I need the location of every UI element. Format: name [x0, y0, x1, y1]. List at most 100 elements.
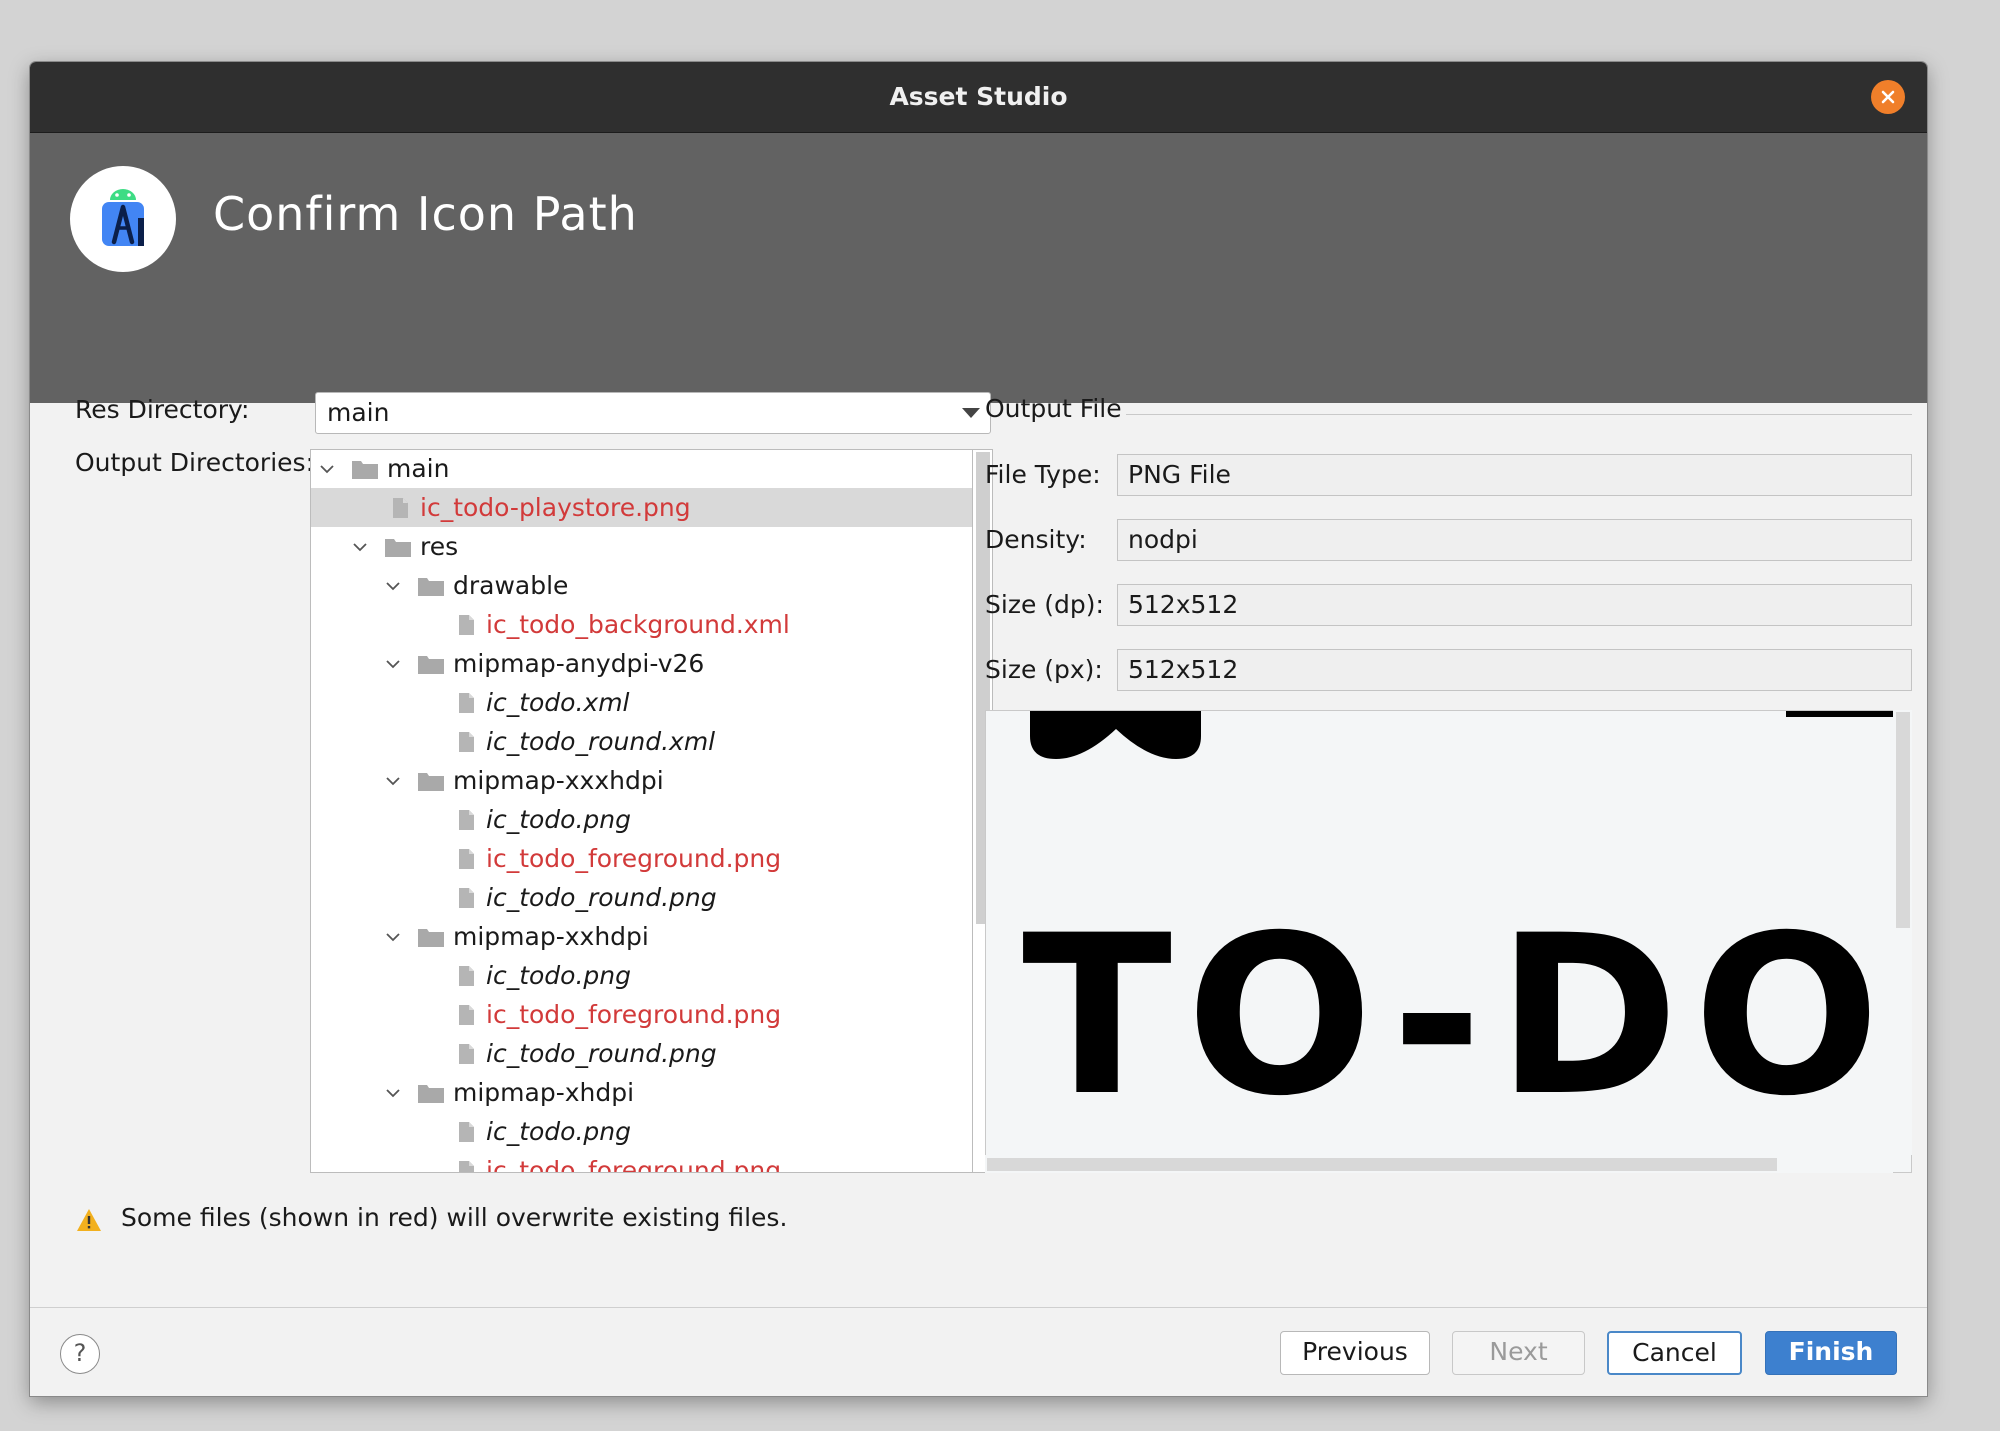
tree-item-label: mipmap-xxhdpi — [453, 922, 649, 951]
tree-item-label: ic_todo_foreground.png — [486, 1000, 782, 1029]
scrollbar-thumb[interactable] — [987, 1158, 1777, 1171]
res-directory-select[interactable]: main — [315, 392, 991, 434]
tree-folder-row[interactable]: mipmap-xxxhdpi — [311, 761, 972, 800]
chevron-down-icon[interactable] — [319, 461, 335, 477]
size-px-label: Size (px): — [985, 655, 1103, 684]
output-directories-label: Output Directories: — [75, 448, 314, 477]
tree-item-label: ic_todo_round.png — [486, 883, 717, 912]
tree-folder-row[interactable]: res — [311, 527, 972, 566]
folder-icon — [418, 578, 444, 596]
page-title: Confirm Icon Path — [213, 187, 638, 241]
chevron-down-icon[interactable] — [352, 539, 368, 555]
tree-file-row[interactable]: ic_todo_background.xml — [311, 605, 972, 644]
file-icon — [459, 615, 474, 635]
chevron-down-icon — [962, 408, 980, 418]
tree-item-label: drawable — [453, 571, 569, 600]
tree-item-label: ic_todo-playstore.png — [420, 493, 691, 522]
warning-text: Some files (shown in red) will overwrite… — [121, 1203, 788, 1232]
header-banner — [30, 133, 1927, 403]
tree-item-label: ic_todo_round.xml — [486, 727, 716, 756]
warning-icon — [77, 1209, 101, 1231]
file-type-label: File Type: — [985, 460, 1101, 489]
preview-text: TO-DO — [1022, 888, 1895, 1144]
preview-vertical-scrollbar[interactable] — [1893, 710, 1912, 1155]
android-studio-icon — [102, 189, 144, 246]
tree-item-label: mipmap-xxxhdpi — [453, 766, 664, 795]
cancel-button[interactable]: Cancel — [1607, 1331, 1742, 1375]
file-icon — [459, 1161, 474, 1172]
tree-item-label: ic_todo_foreground.png — [486, 1156, 782, 1173]
file-icon — [459, 1122, 474, 1142]
file-icon — [459, 849, 474, 869]
chevron-down-icon[interactable] — [385, 656, 401, 672]
tree-item-label: mipmap-xhdpi — [453, 1078, 635, 1107]
folder-icon — [385, 539, 411, 557]
file-icon — [459, 1044, 474, 1064]
android-studio-logo — [70, 166, 176, 272]
folder-icon — [418, 773, 444, 791]
res-directory-label: Res Directory: — [75, 395, 250, 424]
folder-icon — [418, 929, 444, 947]
file-type-field: PNG File — [1117, 454, 1912, 496]
tree-item-label: res — [420, 532, 459, 561]
tree-item-label: ic_todo_background.xml — [486, 610, 790, 639]
tree-file-row[interactable]: ic_todo_foreground.png — [311, 995, 972, 1034]
tree-file-row[interactable]: ic_todo_round.png — [311, 1034, 972, 1073]
density-field: nodpi — [1117, 519, 1912, 561]
title-bar: Asset Studio — [30, 62, 1927, 133]
file-icon — [459, 693, 474, 713]
tree-file-row[interactable]: ic_todo-playstore.png — [311, 488, 972, 527]
chevron-down-icon[interactable] — [385, 578, 401, 594]
tree-item-label: ic_todo.xml — [486, 688, 630, 717]
size-dp-label: Size (dp): — [985, 590, 1104, 619]
tree-file-row[interactable]: ic_todo_foreground.png — [311, 839, 972, 878]
tree-item-label: main — [387, 454, 450, 483]
tree-folder-row[interactable]: main — [311, 450, 972, 488]
tree-file-row[interactable]: ic_todo_round.png — [311, 878, 972, 917]
asset-studio-dialog: Asset Studio Confirm Icon Path Res Direc… — [30, 62, 1927, 1396]
tree-file-row[interactable]: ic_todo_round.xml — [311, 722, 972, 761]
preview-horizontal-scrollbar[interactable] — [985, 1155, 1893, 1173]
tree-item-label: ic_todo.png — [486, 1117, 631, 1146]
file-icon — [459, 888, 474, 908]
tree-folder-row[interactable]: mipmap-xhdpi — [311, 1073, 972, 1112]
help-button[interactable]: ? — [60, 1334, 100, 1374]
tree-file-row[interactable]: ic_todo.xml — [311, 683, 972, 722]
icon-preview: TO-DO — [985, 710, 1912, 1173]
tree-item-label: ic_todo.png — [486, 805, 631, 834]
chevron-down-icon[interactable] — [385, 1085, 401, 1101]
tree-file-row[interactable]: ic_todo.png — [311, 956, 972, 995]
footer-divider — [30, 1307, 1927, 1308]
tree-file-row[interactable]: ic_todo.png — [311, 1112, 972, 1151]
file-icon — [459, 810, 474, 830]
file-icon — [393, 498, 408, 518]
finish-button[interactable]: Finish — [1765, 1331, 1897, 1375]
size-dp-field: 512x512 — [1117, 584, 1912, 626]
tree-folder-row[interactable]: mipmap-xxhdpi — [311, 917, 972, 956]
close-button[interactable] — [1871, 80, 1905, 114]
file-icon — [459, 966, 474, 986]
folder-icon — [352, 461, 378, 479]
preview-top-shape — [1030, 711, 1911, 759]
tree-item-label: ic_todo.png — [486, 961, 631, 990]
chevron-down-icon[interactable] — [385, 929, 401, 945]
scrollbar-thumb[interactable] — [1896, 712, 1910, 928]
output-directories-tree[interactable]: main ic_todo-playstore.pngres drawable ic_t… — [310, 449, 973, 1173]
output-file-section-label: Output File — [985, 394, 1122, 423]
file-icon — [459, 732, 474, 752]
window-title: Asset Studio — [889, 82, 1068, 111]
folder-icon — [418, 656, 444, 674]
tree-file-row[interactable]: ic_todo.png — [311, 800, 972, 839]
chevron-down-icon[interactable] — [385, 773, 401, 789]
next-button[interactable]: Next — [1452, 1331, 1585, 1375]
tree-folder-row[interactable]: drawable — [311, 566, 972, 605]
tree-folder-row[interactable]: mipmap-anydpi-v26 — [311, 644, 972, 683]
tree-item-label: mipmap-anydpi-v26 — [453, 649, 705, 678]
tree-item-label: ic_todo_round.png — [486, 1039, 717, 1068]
tree-item-label: ic_todo_foreground.png — [486, 844, 782, 873]
previous-button[interactable]: Previous — [1280, 1331, 1430, 1375]
tree-file-row[interactable]: ic_todo_foreground.png — [311, 1151, 972, 1173]
folder-icon — [418, 1085, 444, 1103]
density-label: Density: — [985, 525, 1087, 554]
section-divider — [1126, 414, 1912, 415]
